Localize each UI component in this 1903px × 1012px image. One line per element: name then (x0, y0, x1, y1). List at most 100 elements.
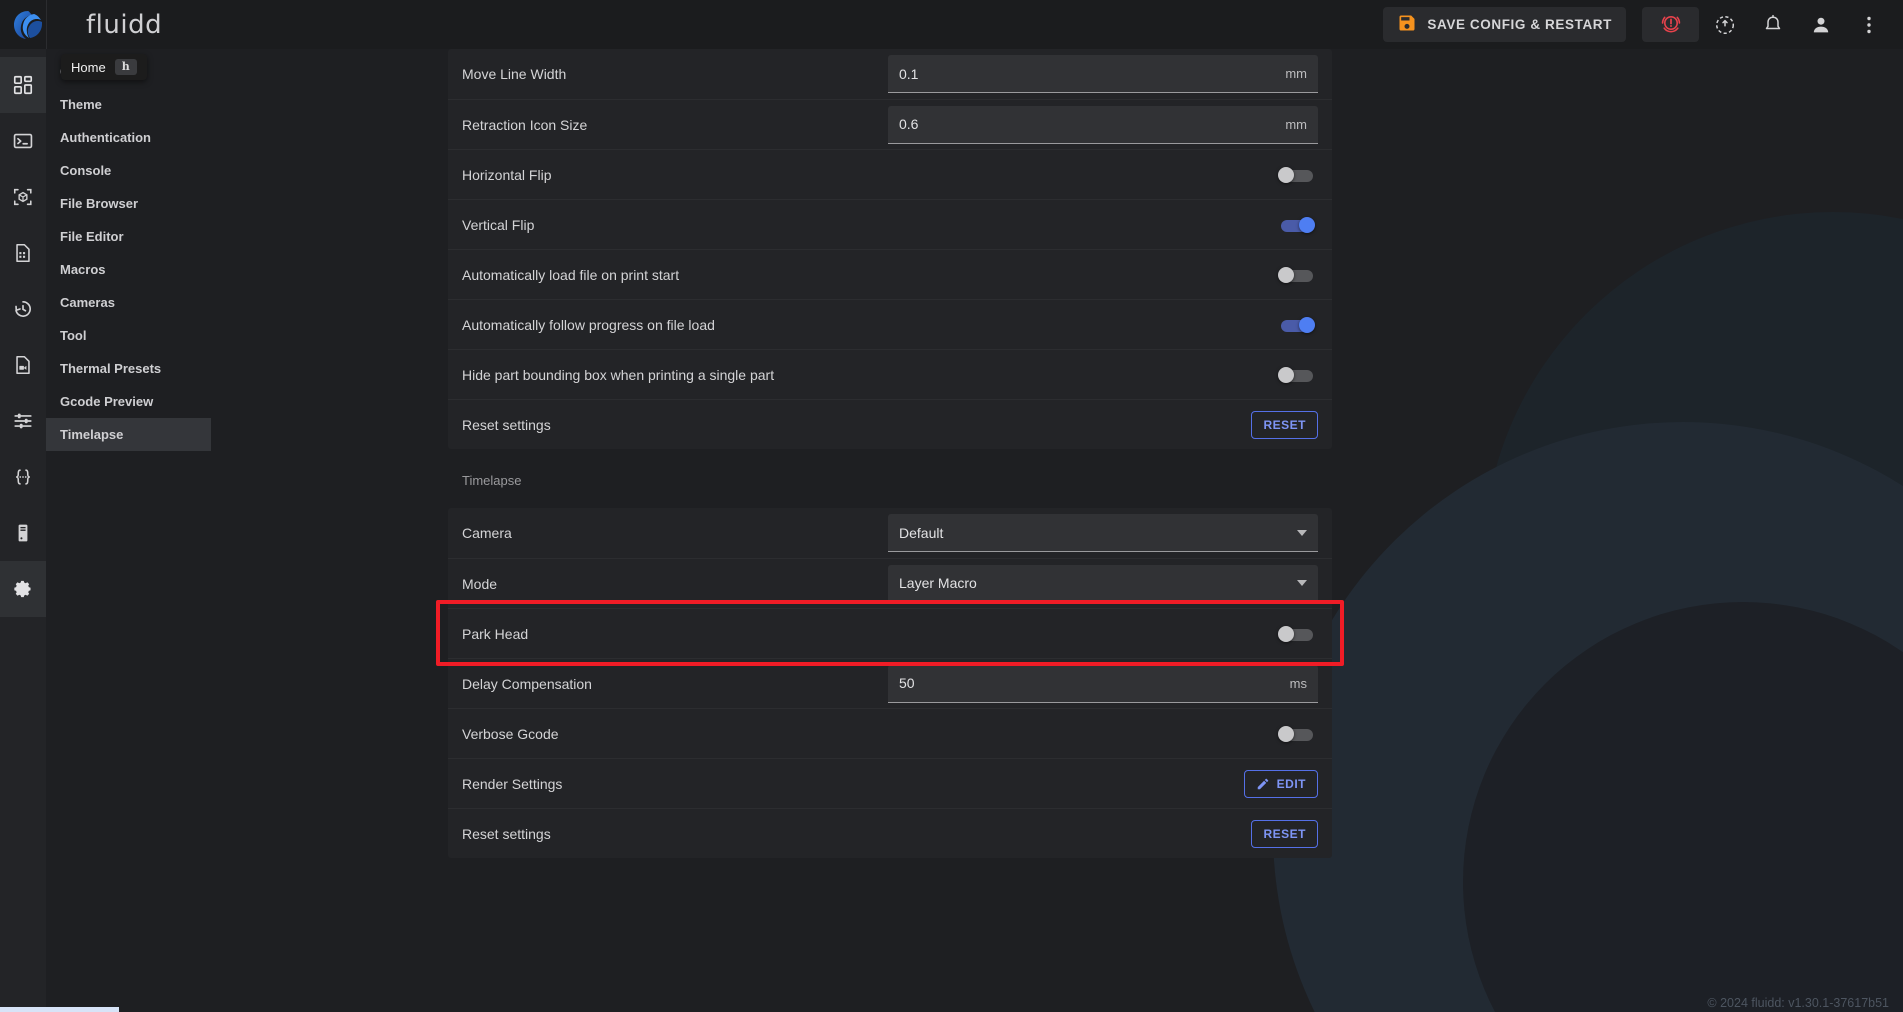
setting-label: Camera (462, 525, 888, 541)
toggle-knob (1278, 267, 1294, 283)
setting-row-delay-compensation: Delay Compensation ms (448, 658, 1332, 708)
setting-label: Horizontal Flip (462, 167, 1278, 183)
vertical-flip-toggle[interactable] (1278, 215, 1316, 235)
terminal-console-icon (12, 130, 34, 152)
mode-select[interactable]: Layer Macro (888, 565, 1318, 603)
verbose-gcode-toggle[interactable] (1278, 724, 1316, 744)
sidebar-item-thermal-presets[interactable]: Thermal Presets (46, 352, 211, 385)
save-config-and-restart-button[interactable]: SAVE CONFIG & RESTART (1383, 7, 1626, 42)
setting-row-vertical-flip: Vertical Flip (448, 199, 1332, 249)
rail-item-jobs[interactable] (0, 225, 46, 281)
home-tooltip: Home h (61, 54, 147, 80)
sidebar-item-theme[interactable]: Theme (46, 88, 211, 121)
rail-item-dashboard[interactable] (0, 57, 46, 113)
reset-button-label: RESET (1263, 418, 1306, 432)
auto-load-file-toggle[interactable] (1278, 265, 1316, 285)
rail-item-history[interactable] (0, 281, 46, 337)
toggle-knob (1278, 167, 1294, 183)
fluidd-logo[interactable] (0, 0, 56, 49)
top-app-bar: fluidd SAVE CONFIG & RESTART (0, 0, 1903, 49)
setting-row-mode: Mode Layer Macro (448, 558, 1332, 608)
move-line-width-value[interactable] (899, 66, 1277, 82)
printer-power-button[interactable] (1703, 3, 1747, 47)
sidebar-item-gcode-preview[interactable]: Gcode Preview (46, 385, 211, 418)
sidebar-item-label: Tool (60, 328, 86, 343)
rail-item-gcode[interactable] (0, 449, 46, 505)
sidebar-item-tool[interactable]: Tool (46, 319, 211, 352)
rail-item-settings[interactable] (0, 561, 46, 617)
delay-compensation-value[interactable] (899, 675, 1282, 691)
camera-select[interactable]: Default (888, 514, 1318, 552)
chevron-down-icon (1297, 530, 1307, 536)
sidebar-item-timelapse[interactable]: Timelapse (46, 418, 211, 451)
sidebar-item-authentication[interactable]: Authentication (46, 121, 211, 154)
mode-select-value: Layer Macro (899, 575, 1289, 591)
notifications-button[interactable] (1751, 3, 1795, 47)
retraction-icon-size-value[interactable] (899, 116, 1277, 132)
move-line-width-input[interactable]: mm (888, 55, 1318, 93)
gcode-preview-settings-card: Move Line Width mm Retraction Icon Size … (448, 49, 1332, 449)
tooltip-label: Home (71, 60, 106, 75)
rail-item-tune[interactable] (0, 169, 46, 225)
setting-row-reset-timelapse: Reset settings RESET (448, 808, 1332, 858)
auto-follow-progress-toggle[interactable] (1278, 315, 1316, 335)
cube-preview-icon (12, 186, 34, 208)
settings-main-panel: Move Line Width mm Retraction Icon Size … (211, 49, 1903, 1012)
reset-timelapse-button[interactable]: RESET (1251, 820, 1318, 848)
user-account-icon (1809, 13, 1833, 37)
setting-label: Vertical Flip (462, 217, 1278, 233)
overflow-menu-button[interactable] (1847, 3, 1891, 47)
sidebar-item-label: Console (60, 163, 111, 178)
rail-item-system[interactable] (0, 505, 46, 561)
notification-bell-icon (1761, 13, 1785, 37)
retraction-icon-size-input[interactable]: mm (888, 106, 1318, 144)
sidebar-item-label: File Browser (60, 196, 138, 211)
emergency-stop-icon (1659, 11, 1683, 38)
toggle-knob (1278, 367, 1294, 383)
sidebar-item-console[interactable]: Console (46, 154, 211, 187)
setting-label: Automatically follow progress on file lo… (462, 317, 1278, 333)
appbar-divider (46, 0, 47, 49)
setting-row-horizontal-flip: Horizontal Flip (448, 149, 1332, 199)
edit-render-settings-button[interactable]: EDIT (1244, 770, 1318, 798)
horizontal-flip-toggle[interactable] (1278, 165, 1316, 185)
timelapse-settings-card: Camera Default Mode Layer Macro Park Hea… (448, 508, 1332, 858)
setting-label: Automatically load file on print start (462, 267, 1278, 283)
rail-item-tuning[interactable] (0, 393, 46, 449)
rail-item-cameras[interactable] (0, 337, 46, 393)
setting-row-render-settings: Render Settings EDIT (448, 758, 1332, 808)
user-account-button[interactable] (1799, 3, 1843, 47)
setting-label: Retraction Icon Size (462, 117, 888, 133)
setting-label: Move Line Width (462, 66, 888, 82)
setting-label: Hide part bounding box when printing a s… (462, 367, 1278, 383)
setting-label: Delay Compensation (462, 676, 888, 692)
fluidd-logo-icon (12, 9, 44, 41)
brand-title: fluidd (86, 10, 162, 40)
sidebar-item-label: Cameras (60, 295, 115, 310)
toggle-knob (1299, 317, 1315, 333)
emergency-stop-button[interactable] (1642, 7, 1699, 42)
hide-bounding-box-toggle[interactable] (1278, 365, 1316, 385)
sliders-tuning-icon (12, 410, 34, 432)
sidebar-item-file-editor[interactable]: File Editor (46, 220, 211, 253)
settings-navigation: General Theme Authentication Console Fil… (46, 49, 211, 1012)
sidebar-item-label: Authentication (60, 130, 151, 145)
reset-gcode-preview-button[interactable]: RESET (1251, 411, 1318, 439)
sidebar-item-macros[interactable]: Macros (46, 253, 211, 286)
sidebar-item-label: Theme (60, 97, 102, 112)
setting-row-move-line-width: Move Line Width mm (448, 49, 1332, 99)
edit-button-label: EDIT (1277, 777, 1306, 791)
kebab-menu-icon (1857, 13, 1881, 37)
park-head-toggle[interactable] (1278, 624, 1316, 644)
sidebar-item-file-browser[interactable]: File Browser (46, 187, 211, 220)
sidebar-item-label: File Editor (60, 229, 124, 244)
setting-label: Reset settings (462, 826, 1251, 842)
toggle-knob (1278, 726, 1294, 742)
setting-label: Reset settings (462, 417, 1251, 433)
fluidd-app-window: fluidd SAVE CONFIG & RESTART (0, 0, 1903, 1012)
floppy-save-icon (1397, 13, 1417, 36)
setting-label: Verbose Gcode (462, 726, 1278, 742)
sidebar-item-cameras[interactable]: Cameras (46, 286, 211, 319)
rail-item-console[interactable] (0, 113, 46, 169)
delay-compensation-input[interactable]: ms (888, 665, 1318, 703)
